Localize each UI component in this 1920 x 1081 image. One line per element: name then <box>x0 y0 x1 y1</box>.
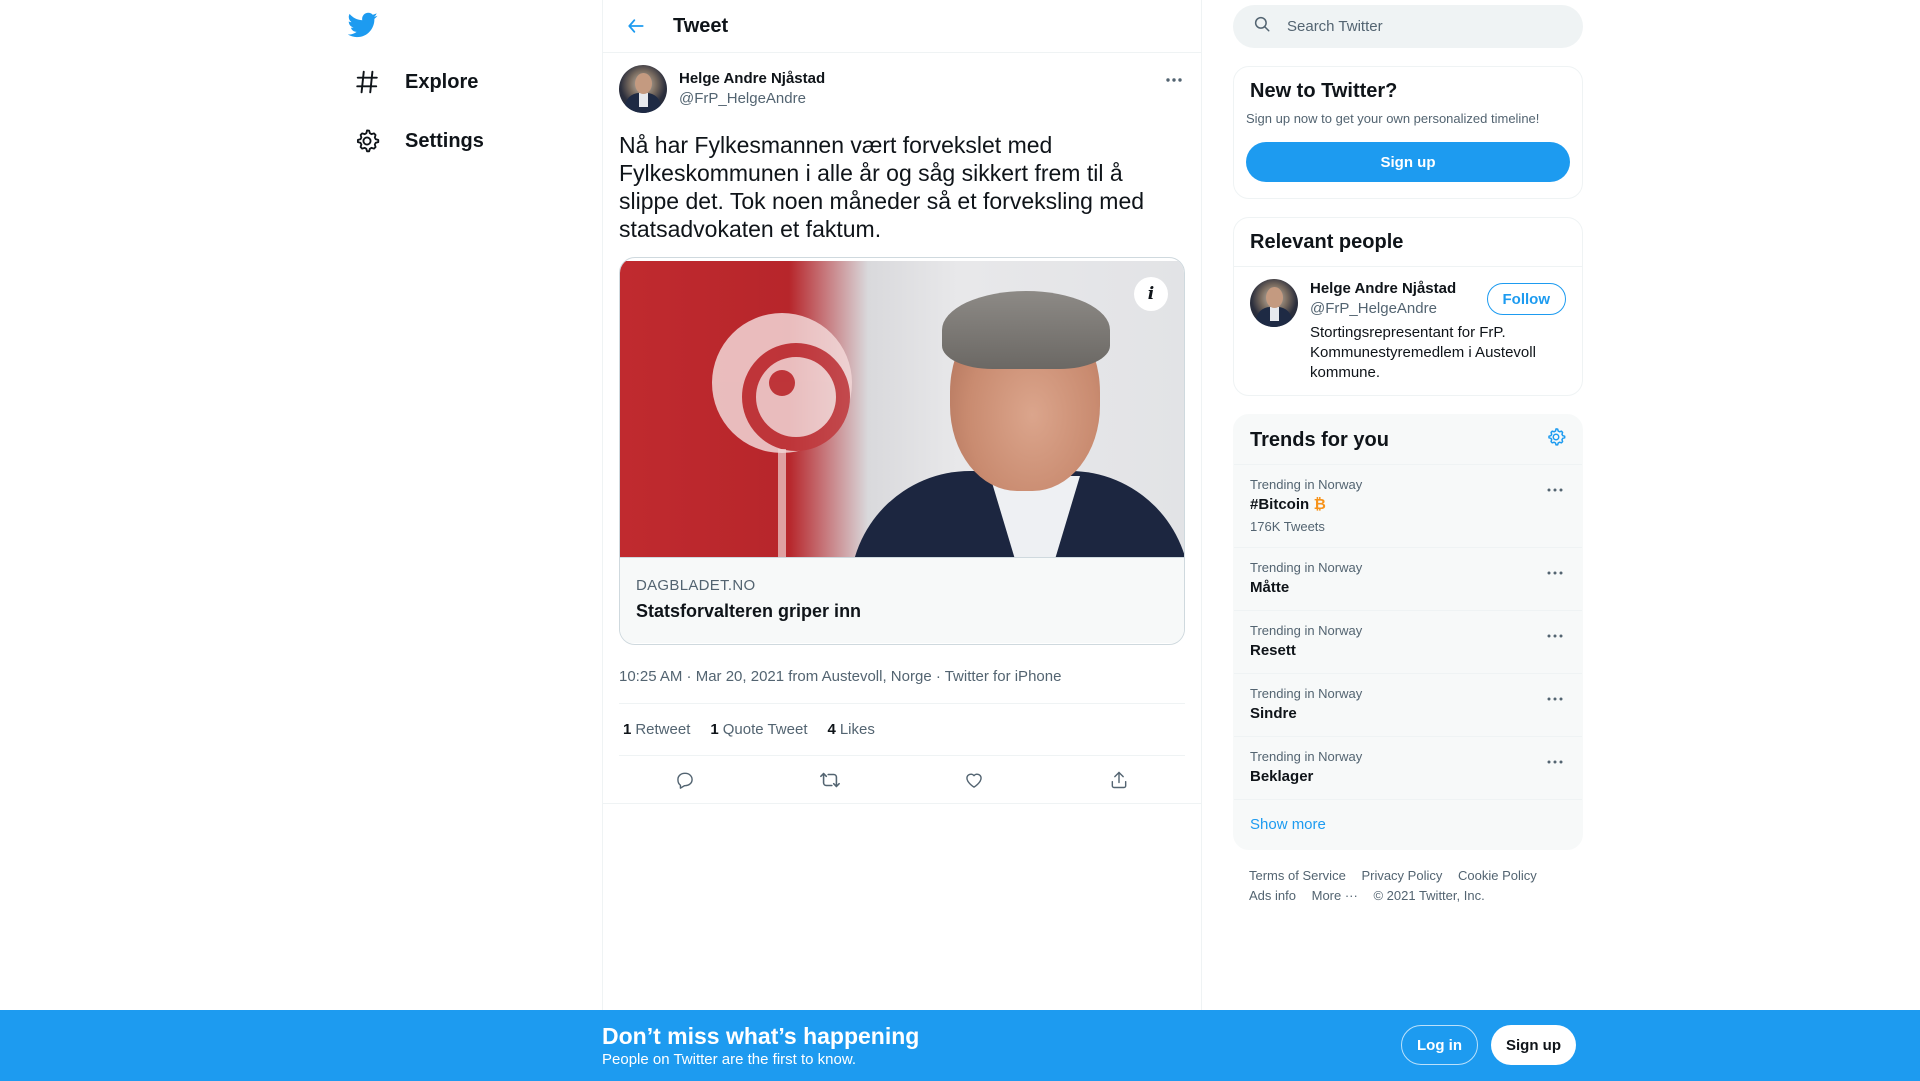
author-name[interactable]: Helge Andre Njåstad <box>679 69 825 89</box>
trend-item[interactable]: Trending in Norway Resett <box>1234 611 1582 674</box>
right-sidebar: New to Twitter? Sign up now to get your … <box>1233 0 1583 906</box>
tweet-text: Nå har Fylkesmannen vært forvekslet med … <box>619 132 1145 242</box>
back-arrow-icon[interactable] <box>619 9 653 43</box>
twitter-bird-icon[interactable] <box>347 10 384 42</box>
gear-icon <box>352 126 382 156</box>
footer-link-more[interactable]: More ··· <box>1312 888 1358 903</box>
trend-item[interactable]: Trending in Norway Måtte <box>1234 548 1582 611</box>
more-options-icon[interactable] <box>1542 686 1568 712</box>
trend-count: 176K Tweets <box>1250 519 1325 534</box>
trend-context: Trending in Norway <box>1250 560 1363 575</box>
info-icon[interactable]: i <box>1134 277 1168 311</box>
trend-name: Sindre <box>1250 705 1297 722</box>
quote-tweet-count[interactable]: 1 Quote Tweet <box>710 721 807 738</box>
trend-item[interactable]: Trending in Norway Beklager <box>1234 737 1582 800</box>
hashtag-icon <box>352 67 382 97</box>
avatar[interactable] <box>619 65 667 113</box>
more-options-icon[interactable] <box>1161 67 1187 93</box>
trends-settings-gear-icon[interactable] <box>1546 427 1566 452</box>
page-title: Tweet <box>673 14 729 37</box>
trends-title: Trends for you <box>1250 428 1389 451</box>
footer-copyright: © 2021 Twitter, Inc. <box>1373 888 1485 903</box>
trend-name: #Bitcoin ₿ <box>1250 496 1326 513</box>
show-more-link[interactable]: Show more <box>1234 800 1582 849</box>
more-options-icon[interactable] <box>1542 749 1568 775</box>
search-box[interactable] <box>1233 5 1583 48</box>
banner-title: Don’t miss what’s happening <box>602 1023 920 1049</box>
nav-settings[interactable]: Settings <box>344 117 492 165</box>
search-input[interactable] <box>1285 17 1555 36</box>
retweet-icon[interactable] <box>813 763 847 797</box>
relevant-people-panel: Relevant people Helge Andre Njåstad @FrP… <box>1233 217 1583 396</box>
sidebar-signup-button[interactable]: Sign up <box>1246 142 1570 182</box>
trend-name: Resett <box>1250 642 1296 659</box>
card-title: Statsforvalteren griper inn <box>636 601 862 621</box>
new-to-twitter-subtitle: Sign up now to get your own personalized… <box>1246 111 1540 126</box>
avatar[interactable] <box>1250 279 1298 327</box>
more-options-icon[interactable] <box>1542 623 1568 649</box>
footer-link-cookie[interactable]: Cookie Policy <box>1458 868 1537 883</box>
trends-panel: Trends for you Trending in Norway #Bitco… <box>1233 414 1583 850</box>
trend-name: Måtte <box>1250 579 1290 596</box>
new-to-twitter-panel: New to Twitter? Sign up now to get your … <box>1233 66 1583 199</box>
footer-links: Terms of Service Privacy Policy Cookie P… <box>1233 866 1583 906</box>
banner-subtitle: People on Twitter are the first to know. <box>602 1051 857 1068</box>
relevant-person-bio: Stortingsrepresentant for FrP. Kommunest… <box>1310 324 1536 381</box>
relevant-people-title: Relevant people <box>1234 218 1582 267</box>
share-icon[interactable] <box>1102 763 1136 797</box>
footer-link-ads[interactable]: Ads info <box>1249 888 1296 903</box>
follow-button[interactable]: Follow <box>1486 283 1566 315</box>
search-icon <box>1253 15 1271 38</box>
trend-item[interactable]: Trending in Norway Sindre <box>1234 674 1582 737</box>
trend-context: Trending in Norway <box>1250 623 1363 638</box>
trend-context: Trending in Norway <box>1250 749 1363 764</box>
link-card[interactable]: i DAGBLADET.NO Statsforvalteren griper i… <box>619 257 1185 645</box>
tweet-actions <box>603 756 1201 804</box>
signup-button[interactable]: Sign up <box>1491 1025 1576 1065</box>
trend-context: Trending in Norway <box>1250 686 1363 701</box>
trend-name: Beklager <box>1250 768 1314 785</box>
footer-link-privacy[interactable]: Privacy Policy <box>1361 868 1442 883</box>
login-button[interactable]: Log in <box>1401 1025 1478 1065</box>
tweet-meta: 10:25 AM · Mar 20, 2021 from Austevoll, … <box>619 667 1185 704</box>
trend-item[interactable]: Trending in Norway #Bitcoin ₿ 176K Tweets <box>1234 465 1582 548</box>
like-heart-icon[interactable] <box>957 763 991 797</box>
card-domain: DAGBLADET.NO <box>636 577 756 594</box>
card-footer: DAGBLADET.NO Statsforvalteren griper inn <box>620 557 1184 643</box>
new-to-twitter-title: New to Twitter? <box>1250 80 1398 102</box>
reply-icon[interactable] <box>668 763 702 797</box>
relevant-person[interactable]: Helge Andre Njåstad @FrP_HelgeAndre Stor… <box>1234 267 1582 395</box>
tweet: Helge Andre Njåstad @FrP_HelgeAndre Nå h… <box>603 53 1201 804</box>
card-image: i <box>620 261 1184 557</box>
rose-logo <box>712 313 852 453</box>
more-options-icon[interactable] <box>1542 560 1568 586</box>
more-options-icon[interactable] <box>1542 477 1568 503</box>
nav-explore[interactable]: Explore <box>344 58 486 106</box>
tweet-stats: 1 Retweet 1 Quote Tweet 4 Likes <box>619 704 1185 756</box>
author-handle[interactable]: @FrP_HelgeAndre <box>679 89 825 109</box>
likes-count[interactable]: 4 Likes <box>828 721 875 738</box>
main-column: Tweet Helge Andre Njåstad @FrP_HelgeAndr… <box>602 0 1202 1010</box>
nav-explore-label: Explore <box>405 70 479 93</box>
retweet-count[interactable]: 1 Retweet <box>623 721 690 738</box>
nav-settings-label: Settings <box>405 129 484 152</box>
signup-banner: Don’t miss what’s happening People on Tw… <box>0 1010 1920 1081</box>
main-header: Tweet <box>603 0 1201 53</box>
bitcoin-icon: ₿ <box>1313 496 1326 513</box>
footer-link-terms[interactable]: Terms of Service <box>1249 868 1346 883</box>
tweet-author: Helge Andre Njåstad @FrP_HelgeAndre <box>619 65 1185 115</box>
trend-context: Trending in Norway <box>1250 477 1363 492</box>
